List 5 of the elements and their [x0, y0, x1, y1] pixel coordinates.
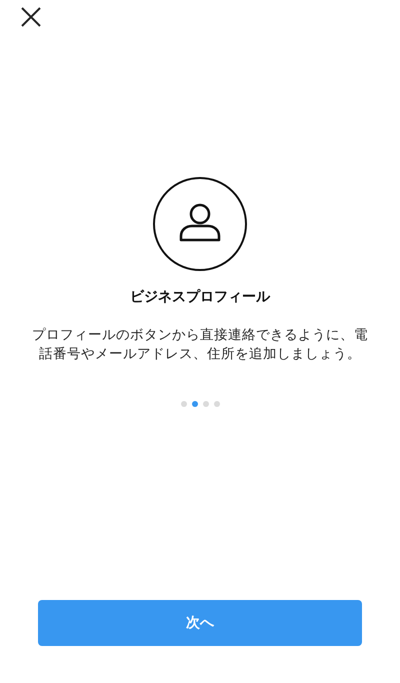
- feature-description: プロフィールのボタンから直接連絡できるように、電話番号やメールアドレス、住所を追加しましょう。: [31, 326, 369, 364]
- feature-title: ビジネスプロフィール: [130, 288, 270, 306]
- profile-icon: [152, 176, 248, 272]
- next-button[interactable]: 次へ: [38, 600, 362, 646]
- close-icon[interactable]: [20, 6, 42, 28]
